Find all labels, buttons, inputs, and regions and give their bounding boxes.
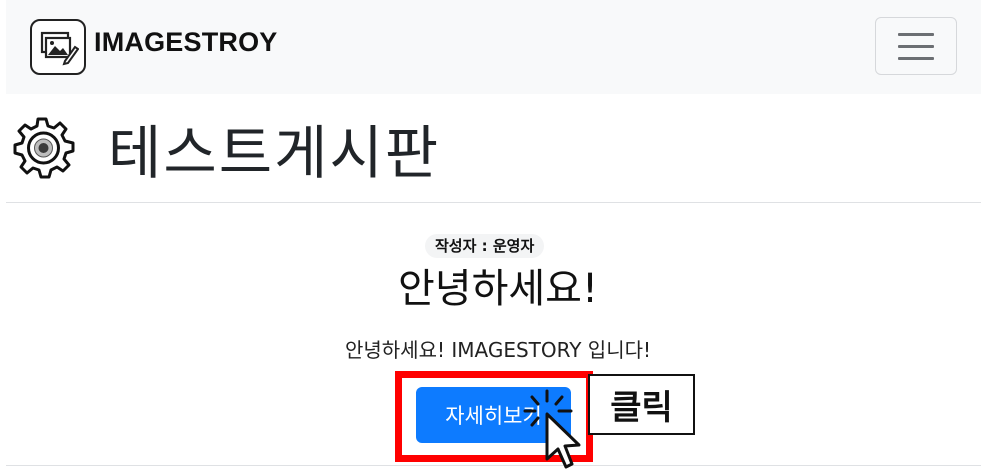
image-edit-icon[interactable]	[30, 19, 86, 75]
click-annotation-label: 클릭	[588, 374, 695, 435]
post-title: 안녕하세요!	[397, 266, 599, 312]
brand-name[interactable]: IMAGESTROY	[94, 27, 278, 58]
post-body: 안녕하세요! IMAGESTORY 입니다!	[344, 338, 652, 362]
page-header: 테스트게시판	[0, 100, 980, 204]
author-badge: 작성자 : 운영자	[425, 234, 545, 258]
navbar: IMAGESTROY	[6, 0, 981, 94]
divider	[6, 202, 981, 203]
hamburger-icon	[898, 32, 934, 36]
page-title: 테스트게시판	[108, 119, 441, 187]
divider	[6, 465, 981, 466]
mouse-pointer-icon	[523, 389, 581, 469]
gear-icon	[13, 117, 75, 179]
menu-toggle-button[interactable]	[875, 17, 957, 75]
